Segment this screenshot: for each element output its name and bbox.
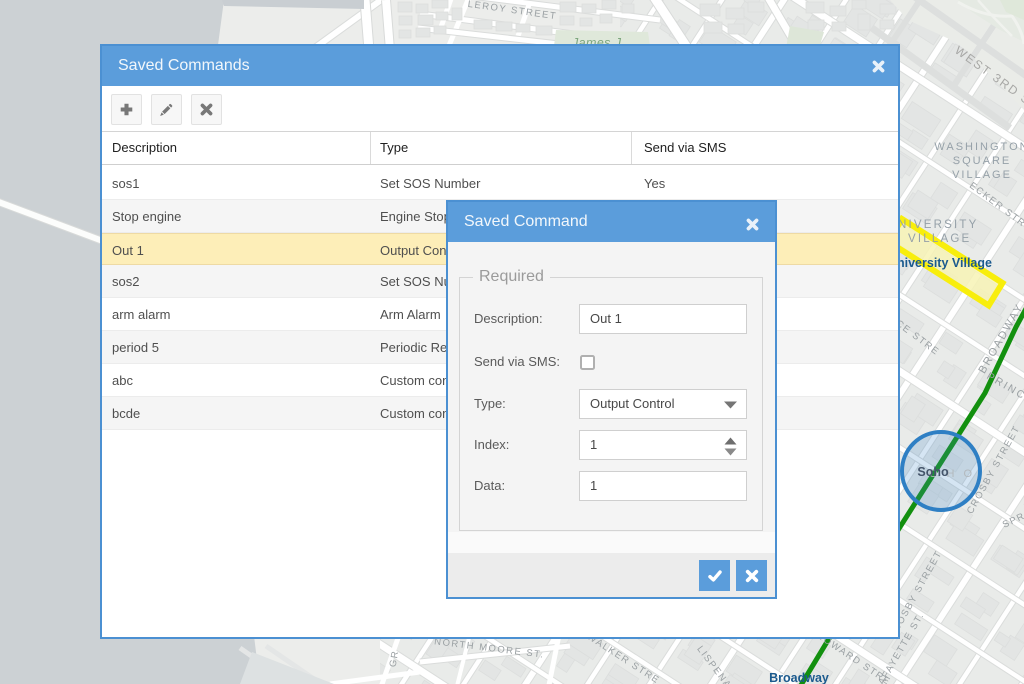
svg-text:Soho: Soho: [917, 465, 949, 479]
svg-text:VILLAGE: VILLAGE: [952, 169, 1012, 181]
svg-text:WASHINGTON: WASHINGTON: [934, 141, 1024, 153]
svg-text:NIVERSITY: NIVERSITY: [898, 219, 979, 231]
svg-text:Broadway: Broadway: [769, 671, 829, 684]
svg-text:SQUARE: SQUARE: [953, 155, 1011, 167]
svg-text:niversity Village: niversity Village: [897, 256, 992, 270]
svg-text:VILLAGE: VILLAGE: [908, 233, 971, 245]
